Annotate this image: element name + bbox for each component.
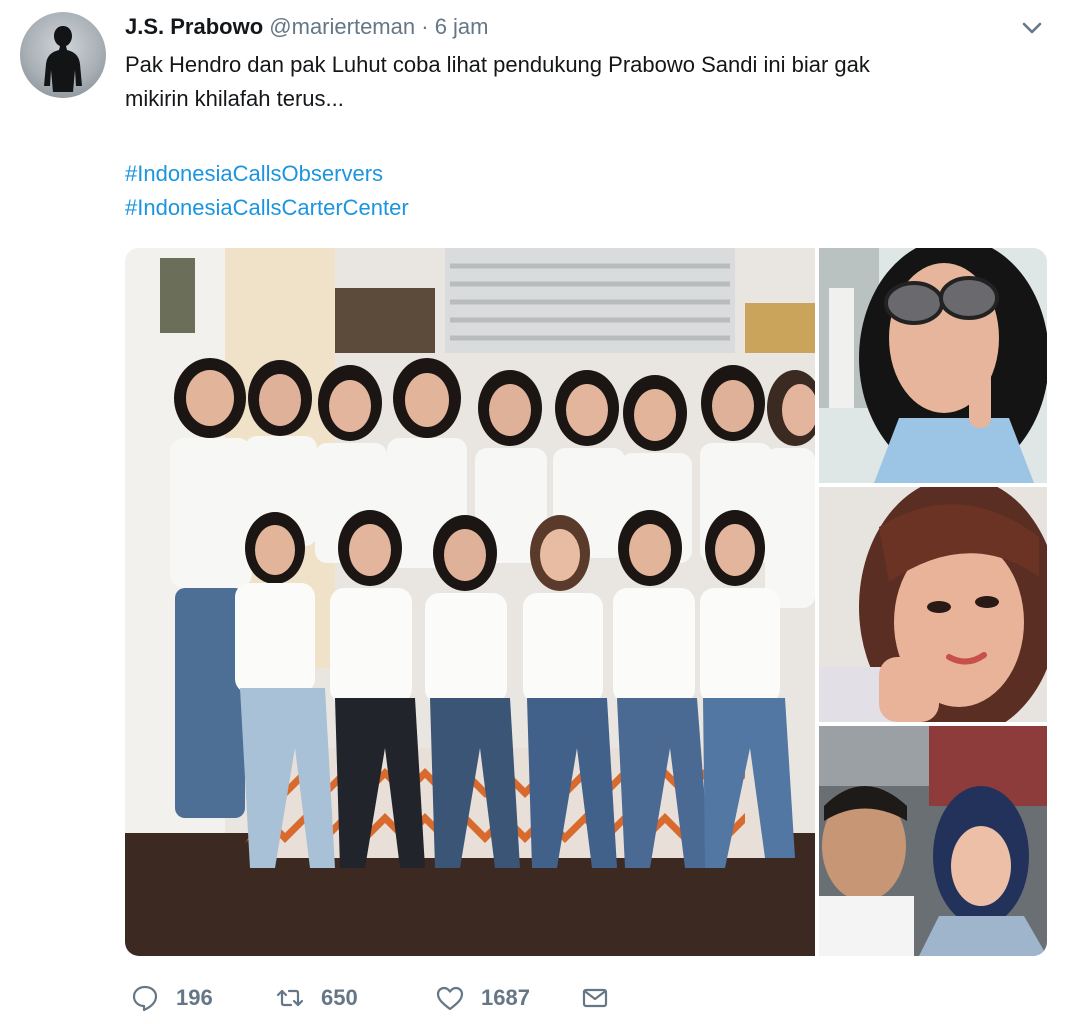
like-count: 1687 xyxy=(481,985,530,1010)
like-button[interactable]: 1687 xyxy=(435,983,580,1013)
reply-count: 196 xyxy=(176,985,213,1010)
tweet-text: Pak Hendro dan pak Luhut coba lihat pend… xyxy=(125,48,1025,116)
tweet-header: J.S. Prabowo @marierteman · 6 jam xyxy=(125,14,488,40)
avatar[interactable] xyxy=(20,12,106,98)
media-photo-selfie-duo[interactable] xyxy=(819,726,1047,956)
speech-bubble-icon xyxy=(132,985,158,1012)
hashtag-list: #IndonesiaCallsObservers #IndonesiaCalls… xyxy=(125,157,409,225)
media-grid xyxy=(125,248,1047,956)
retweet-arrows-icon xyxy=(276,989,304,1007)
reply-button[interactable]: 196 xyxy=(130,983,275,1013)
envelope-icon xyxy=(582,988,608,1008)
author-name[interactable]: J.S. Prabowo xyxy=(125,14,263,39)
tweet-timestamp[interactable]: 6 jam xyxy=(435,14,489,39)
chevron-down-icon[interactable] xyxy=(1018,14,1046,42)
hashtag-link[interactable]: #IndonesiaCallsCarterCenter xyxy=(125,191,409,225)
tweet-actions: 196 650 1687 xyxy=(130,983,610,1013)
direct-message-button[interactable] xyxy=(580,983,610,1013)
heart-icon xyxy=(436,986,464,1011)
tweet-text-line: Pak Hendro dan pak Luhut coba lihat pend… xyxy=(125,52,870,77)
media-photo-group[interactable] xyxy=(125,248,815,956)
hashtag-link[interactable]: #IndonesiaCallsObservers xyxy=(125,157,409,191)
separator-dot: · xyxy=(421,14,429,39)
media-photo-selfie-sunglasses[interactable] xyxy=(819,248,1047,483)
retweet-count: 650 xyxy=(321,985,358,1010)
tweet-text-line: mikirin khilafah terus... xyxy=(125,86,344,111)
author-handle[interactable]: @marierteman xyxy=(269,14,415,39)
retweet-button[interactable]: 650 xyxy=(275,983,435,1013)
media-photo-selfie-closeup[interactable] xyxy=(819,487,1047,722)
